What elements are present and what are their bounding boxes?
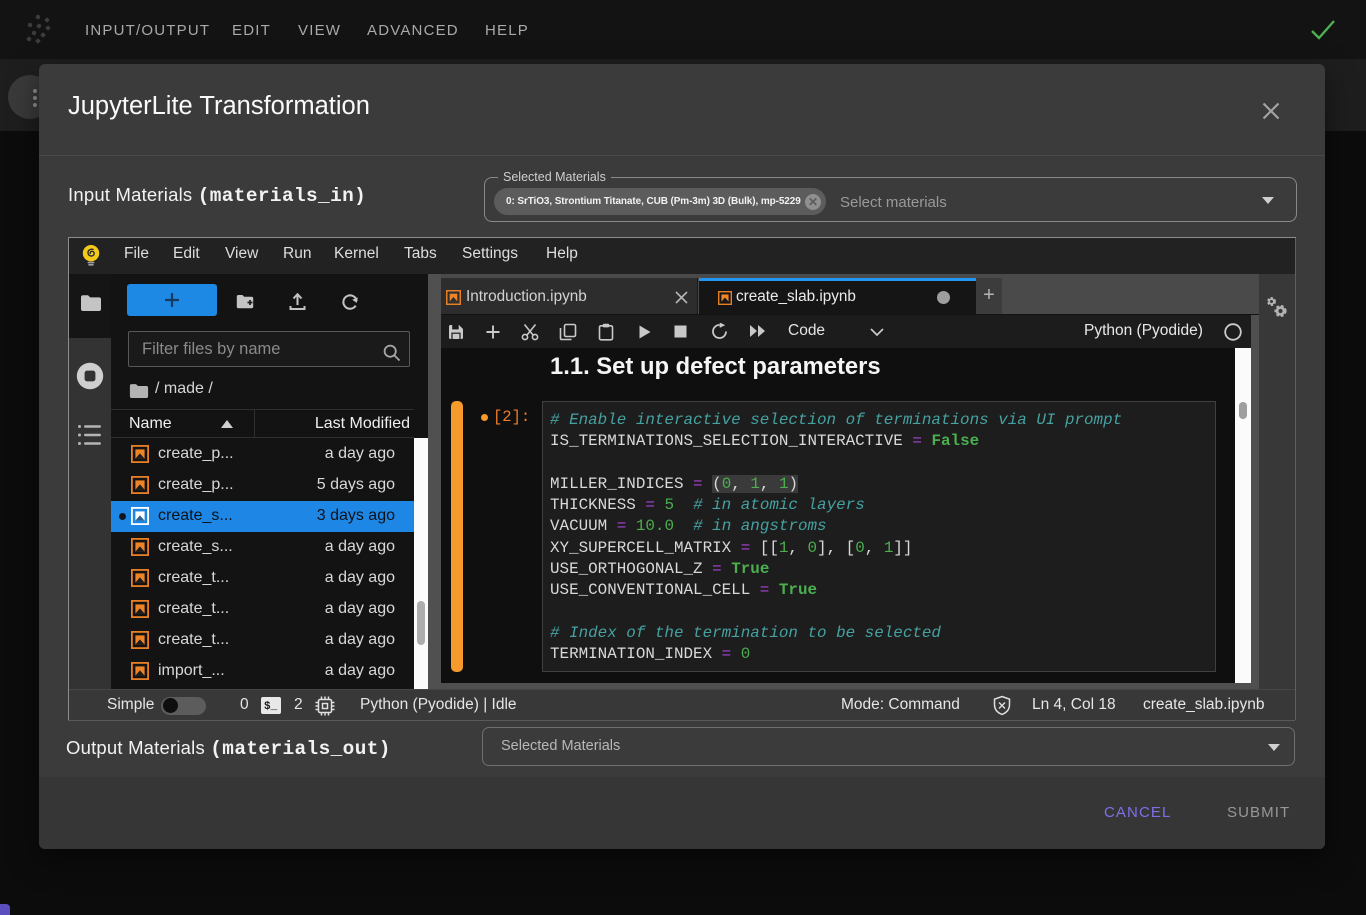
svg-text:$_: $_ (264, 701, 278, 713)
